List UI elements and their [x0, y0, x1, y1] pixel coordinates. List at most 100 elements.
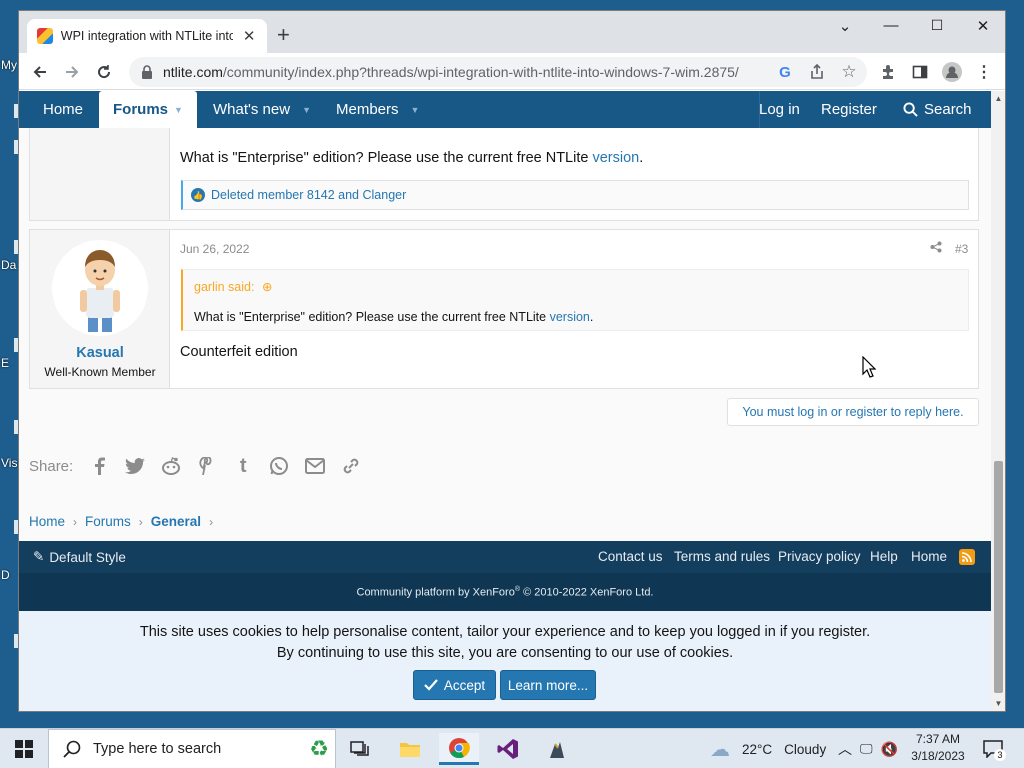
- tab-search-icon[interactable]: ⌄: [835, 17, 855, 35]
- nav-forums[interactable]: Forums ▼: [99, 91, 197, 128]
- google-icon[interactable]: G: [773, 60, 797, 84]
- breadcrumb-general[interactable]: General: [151, 514, 201, 529]
- desktop-icon-label[interactable]: Vis: [1, 456, 17, 470]
- task-view-icon[interactable]: [340, 733, 380, 765]
- lock-icon[interactable]: [141, 65, 153, 79]
- whatsapp-icon[interactable]: [267, 454, 291, 478]
- paint-brush-icon: ✎: [33, 549, 45, 564]
- nav-register[interactable]: Register: [821, 91, 877, 128]
- quote-block: garlin said: ⊕ What is "Enterprise" edit…: [181, 269, 969, 331]
- share-bar: Share: t: [29, 454, 363, 478]
- share-post-icon[interactable]: [930, 241, 942, 253]
- copyright-text[interactable]: Community platform by XenForo: [357, 587, 515, 599]
- file-explorer-icon[interactable]: [390, 733, 430, 765]
- quote-author-row[interactable]: garlin said: ⊕: [194, 279, 272, 294]
- post-date[interactable]: Jun 26, 2022: [180, 242, 249, 256]
- clock-date: 3/18/2023: [911, 749, 965, 763]
- notification-center-icon[interactable]: 3: [982, 738, 1006, 761]
- profile-avatar-icon[interactable]: [940, 60, 964, 84]
- network-icon[interactable]: 🖵: [860, 741, 873, 757]
- nav-search-label: Search: [924, 101, 972, 118]
- bookmark-star-icon[interactable]: ☆: [837, 60, 861, 84]
- version-link[interactable]: version: [592, 150, 639, 166]
- post: Kasual Well-Known Member Jun 26, 2022 #3…: [29, 229, 979, 389]
- taskbar: Type here to search ♻ ☁ 22°C Cloudy ︿ 🖵 …: [0, 728, 1024, 768]
- reply-prompt[interactable]: You must log in or register to reply her…: [727, 398, 979, 426]
- desktop-icon-label[interactable]: E: [1, 356, 9, 370]
- tab-title: WPI integration with NTLite into: [60, 29, 234, 43]
- breadcrumb-home[interactable]: Home: [29, 514, 65, 529]
- footer-home-link[interactable]: Home: [911, 549, 947, 564]
- checkmark-icon: [424, 679, 438, 691]
- scroll-down-icon[interactable]: ▼: [991, 699, 1005, 708]
- back-icon[interactable]: [28, 60, 52, 84]
- forward-icon[interactable]: [60, 60, 84, 84]
- reactions-bar[interactable]: 👍 Deleted member 8142 and Clanger: [181, 180, 969, 210]
- scrollbar-thumb[interactable]: [994, 461, 1003, 693]
- extensions-icon[interactable]: [876, 60, 900, 84]
- breadcrumb-forums[interactable]: Forums: [85, 514, 131, 529]
- nav-home[interactable]: Home: [43, 91, 83, 128]
- chevron-up-icon[interactable]: ︿: [838, 739, 852, 759]
- chevron-down-icon[interactable]: ▼: [302, 105, 311, 115]
- footer-terms-link[interactable]: Terms and rules: [674, 549, 770, 564]
- post-user-column: [30, 128, 170, 220]
- footer-privacy-link[interactable]: Privacy policy: [778, 549, 861, 564]
- weather-widget[interactable]: ☁ 22°C Cloudy: [710, 729, 826, 768]
- nav-search[interactable]: Search: [903, 91, 972, 128]
- nav-members[interactable]: Members ▼: [336, 91, 419, 128]
- maximize-icon[interactable]: ☐: [927, 17, 947, 34]
- address-bar[interactable]: ntlite.com/community/index.php?threads/w…: [129, 57, 867, 87]
- tumblr-icon[interactable]: t: [231, 454, 255, 478]
- chevron-down-icon[interactable]: ▼: [411, 105, 420, 115]
- desktop-icon-label[interactable]: D: [1, 568, 10, 582]
- desktop-icon-label[interactable]: Da: [1, 258, 16, 272]
- page-scrollbar[interactable]: ▲ ▼: [991, 91, 1005, 711]
- browser-menu-icon[interactable]: ⋮: [972, 60, 996, 84]
- recycle-icon[interactable]: ♻: [309, 736, 329, 762]
- accept-cookies-button[interactable]: Accept: [413, 670, 496, 700]
- post-number[interactable]: #3: [955, 242, 968, 256]
- chevron-right-icon[interactable]: ›: [209, 515, 213, 529]
- side-panel-icon[interactable]: [908, 60, 932, 84]
- avatar[interactable]: [52, 240, 148, 336]
- nav-whats-new[interactable]: What's new ▼: [213, 91, 311, 128]
- breadcrumb: Home › Forums › General ›: [29, 514, 213, 529]
- app-icon[interactable]: [537, 733, 577, 765]
- share-page-icon[interactable]: [805, 60, 829, 84]
- footer-contact-link[interactable]: Contact us: [598, 549, 663, 564]
- chrome-icon[interactable]: [439, 733, 479, 765]
- quote-author[interactable]: garlin said:: [194, 280, 254, 294]
- tab-close-icon[interactable]: ✕: [241, 27, 257, 45]
- volume-muted-icon[interactable]: 🔇: [881, 741, 898, 758]
- quote-version-link[interactable]: version: [550, 310, 590, 324]
- chevron-down-icon[interactable]: ▼: [174, 105, 183, 115]
- footer-help-link[interactable]: Help: [870, 549, 898, 564]
- minimize-icon[interactable]: —: [881, 17, 901, 34]
- visual-studio-icon[interactable]: [488, 733, 528, 765]
- style-chooser[interactable]: ✎ Default Style: [33, 549, 126, 565]
- notification-count: 3: [994, 749, 1006, 761]
- windows-start-icon[interactable]: [4, 733, 44, 765]
- reload-icon[interactable]: [92, 60, 116, 84]
- close-window-icon[interactable]: ✕: [973, 17, 993, 35]
- taskbar-search-box[interactable]: Type here to search ♻: [48, 729, 336, 768]
- facebook-icon[interactable]: [87, 454, 111, 478]
- reactions-text[interactable]: Deleted member 8142 and Clanger: [211, 188, 406, 202]
- rss-icon[interactable]: [959, 549, 975, 565]
- scroll-up-icon[interactable]: ▲: [991, 94, 1005, 103]
- browser-tab[interactable]: WPI integration with NTLite into ✕: [27, 19, 267, 53]
- nav-login[interactable]: Log in: [759, 91, 800, 128]
- taskbar-clock[interactable]: 7:37 AM 3/18/2023: [906, 731, 970, 765]
- reddit-icon[interactable]: [159, 454, 183, 478]
- username[interactable]: Kasual: [30, 345, 170, 361]
- email-icon[interactable]: [303, 454, 327, 478]
- link-icon[interactable]: [339, 454, 363, 478]
- desktop-icon-label[interactable]: My: [1, 58, 17, 72]
- new-tab-icon[interactable]: +: [277, 24, 290, 46]
- learn-more-button[interactable]: Learn more...: [500, 670, 596, 700]
- arrow-up-circle-icon[interactable]: ⊕: [262, 280, 272, 294]
- twitter-icon[interactable]: [123, 454, 147, 478]
- mouse-cursor-icon: [862, 356, 876, 378]
- pinterest-icon[interactable]: [195, 454, 219, 478]
